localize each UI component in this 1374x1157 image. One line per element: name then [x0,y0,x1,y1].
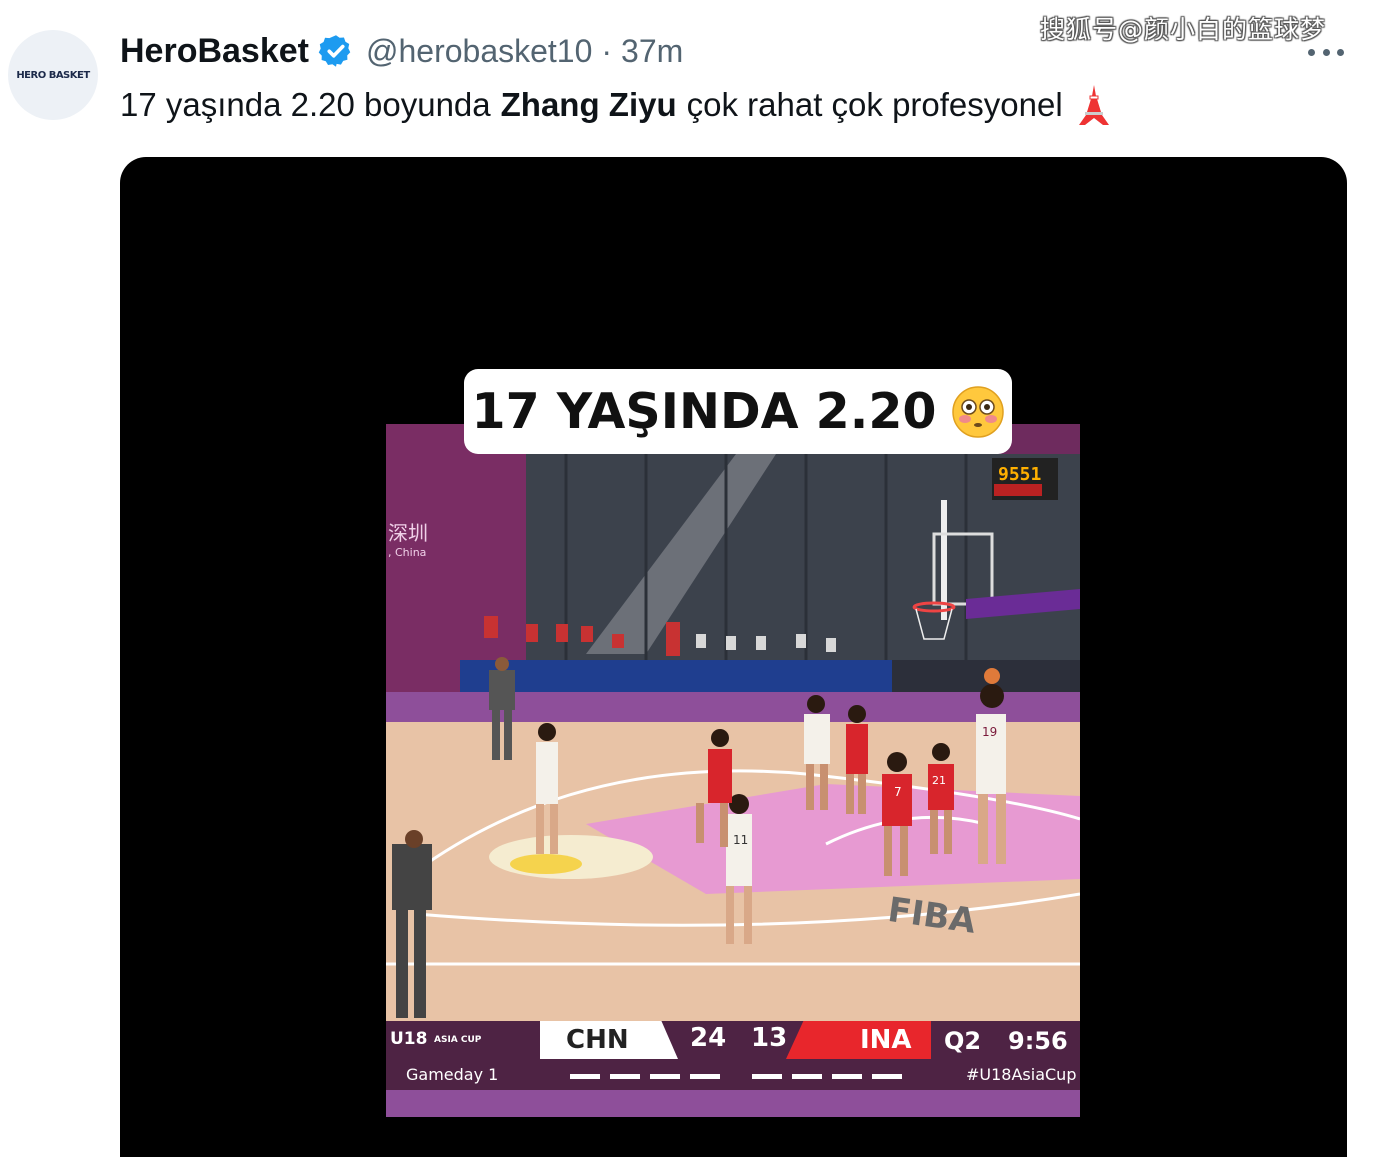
venue-sub-text: , China [388,546,426,559]
jersey-number: 21 [932,774,946,787]
home-team: CHN [566,1025,629,1055]
tweet-text: 17 yaşında 2.20 boyunda Zhang Ziyu çok r… [120,82,1113,128]
avatar-logo-text: HERO BASKET [16,69,90,81]
basketball-court-scene: 深圳 , China 9551 FIBA 19 11 7 21 [386,424,1080,1117]
tweet-text-part: 17 yaşında 2.20 boyunda [120,86,491,123]
avatar[interactable]: HERO BASKET [8,30,98,120]
scoreboard-brand: U18 [390,1029,428,1049]
timeout-indicator [650,1074,680,1079]
timeout-indicator [610,1074,640,1079]
jersey-number: 19 [982,725,997,739]
timeout-indicator [570,1074,600,1079]
shot-clock-text: 9551 [998,464,1041,485]
separator-dot: · [601,32,613,69]
timeout-indicator [832,1074,862,1079]
away-score: 13 [751,1023,788,1053]
basketball-icon [984,668,1000,684]
video-frame[interactable]: 深圳 , China 9551 FIBA 19 11 7 21 U18 ASIA… [386,424,1080,1117]
gameday-label: Gameday 1 [406,1065,499,1084]
hashtag-label: #U18AsiaCup [966,1065,1077,1084]
home-score: 24 [690,1023,727,1053]
verified-badge-icon [318,35,351,67]
timeout-indicator [792,1074,822,1079]
quarter: Q2 [944,1027,982,1055]
tweet-header: HeroBasket @herobasket10 · 37m [120,28,683,74]
tokyo-tower-icon [1078,85,1109,125]
game-clock: 9:56 [1008,1027,1068,1055]
timeout-indicator [752,1074,782,1079]
timestamp[interactable]: 37m [621,33,683,70]
display-name[interactable]: HeroBasket [120,32,309,71]
tweet-text-bold: Zhang Ziyu [500,86,677,123]
tweet-text-part: çok rahat çok profesyonel [686,86,1063,123]
timeout-indicator [690,1074,720,1079]
scoreboard: U18 ASIA CUP CHN 24 13 INA Q2 9:56 Gamed… [386,1021,1080,1090]
scoreboard-brand-sub: ASIA CUP [434,1035,482,1045]
venue-text: 深圳 [388,521,428,545]
jersey-number: 7 [894,785,902,799]
away-team: INA [860,1025,912,1055]
caption-text: 17 YAŞINDA 2.20 [471,383,937,440]
more-options-icon[interactable] [1308,44,1344,60]
handle[interactable]: @herobasket10 [366,33,592,70]
video-player[interactable]: 17 YAŞINDA 2.20 深圳 , China 9551 FIBA 19 … [120,157,1347,1157]
video-caption: 17 YAŞINDA 2.20 [464,369,1012,454]
flushed-face-icon [951,385,1004,438]
timeout-indicator [872,1074,902,1079]
watermark-text: 搜狐号@颜小白的篮球梦 [1040,15,1327,44]
jersey-number: 11 [733,833,748,847]
